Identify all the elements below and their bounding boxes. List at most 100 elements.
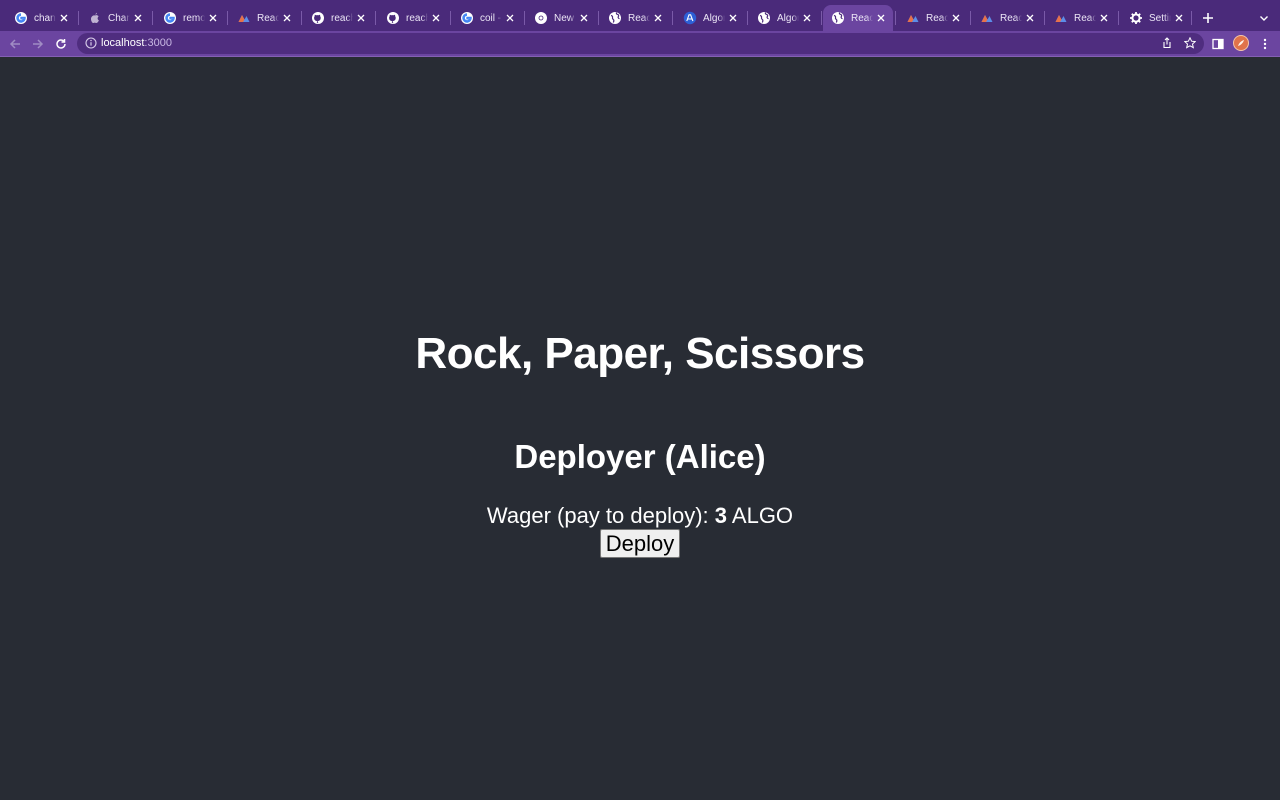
avatar-icon [1238,40,1244,46]
tab-7[interactable]: coil - G [452,5,522,31]
tab-separator [747,11,748,25]
tab-9[interactable]: Reach [600,5,670,31]
info-icon[interactable] [85,37,97,49]
back-button[interactable] [5,34,25,54]
arrow-left-icon [9,39,20,49]
tab-15[interactable]: Reach [1046,5,1116,31]
tab-separator [1191,11,1192,25]
close-icon[interactable] [727,12,739,24]
reach-icon [1054,11,1068,25]
globe-icon [831,11,845,25]
tab-11[interactable]: Algoran [749,5,819,31]
tab-separator [375,11,376,25]
tab-5[interactable]: reach-l [303,5,373,31]
tab-separator [524,11,525,25]
browser-toolbar: localhost:3000 [0,31,1280,56]
google-icon [460,11,474,25]
reload-button[interactable] [51,34,71,54]
share-icon [1163,37,1171,49]
tab-strip: change Change remove Reach reach-l reach-l coi… [0,0,1280,31]
tab-title: Algoran [777,12,799,24]
wager-text: Wager (pay to deploy): 3 ALGO [0,503,1280,529]
google-icon [163,11,177,25]
new-tab-button[interactable] [1198,8,1218,28]
close-icon[interactable] [1024,12,1036,24]
tab-title: reach-l [331,12,353,24]
tab-title: Reach [628,12,650,24]
close-icon[interactable] [355,12,367,24]
wager-amount: 3 [714,503,728,528]
kebab-menu-icon [1263,38,1267,50]
close-icon[interactable] [58,12,70,24]
address-bar[interactable]: localhost:3000 [77,33,1204,54]
reach-icon [980,11,994,25]
url-port: :3000 [144,37,172,49]
tab-title: Reach [1074,12,1096,24]
tab-title: Reach [257,12,279,24]
tab-title: change [34,12,56,24]
tab-6[interactable]: reach-l [378,5,448,31]
tab-2[interactable]: Change [80,5,150,31]
share-button[interactable] [1160,36,1174,50]
close-icon[interactable] [1098,12,1110,24]
tab-separator [598,11,599,25]
page-content: Rock, Paper, Scissors Deployer (Alice) W… [0,57,1280,800]
github-icon [386,11,400,25]
forward-button[interactable] [28,34,48,54]
deploy-container: Deploy [0,529,1280,558]
bookmark-button[interactable] [1183,36,1197,50]
page-title: Rock, Paper, Scissors [415,329,865,378]
tab-3[interactable]: remove [155,5,225,31]
tab-title: remove [183,12,205,24]
tab-separator [78,11,79,25]
close-icon[interactable] [652,12,664,24]
profile-avatar[interactable] [1233,35,1249,51]
google-icon [14,11,28,25]
tab-separator [970,11,971,25]
chevron-down-icon [1260,16,1268,21]
arrow-right-icon [33,39,44,49]
close-icon[interactable] [132,12,144,24]
close-icon[interactable] [950,12,962,24]
tab-separator [450,11,451,25]
algorand-icon [683,11,697,25]
tab-separator [821,11,822,25]
tab-16[interactable]: Setting [1121,5,1191,31]
close-icon[interactable] [430,12,442,24]
tab-12[interactable]: Reach [823,5,893,31]
plus-icon [1203,13,1213,23]
chrome-icon [534,11,548,25]
close-icon[interactable] [504,12,516,24]
close-icon[interactable] [875,12,887,24]
tab-8[interactable]: New Ta [526,5,596,31]
globe-icon [757,11,771,25]
tab-title: coil - G [480,12,502,24]
menu-button[interactable] [1255,34,1275,54]
url-host: localhost [101,37,145,49]
close-icon[interactable] [207,12,219,24]
tab-10[interactable]: Algoran [675,5,745,31]
tab-14[interactable]: Reach [972,5,1042,31]
side-panel-button[interactable] [1208,34,1228,54]
tab-title: New Ta [554,12,576,24]
tab-13[interactable]: Reach [898,5,968,31]
tab-title: Reach [1000,12,1022,24]
url-text: localhost:3000 [101,37,172,50]
close-icon[interactable] [578,12,590,24]
side-panel-icon [1212,38,1224,50]
tab-separator [672,11,673,25]
tab-title: Reach [926,12,948,24]
tab-title: Change [108,12,130,24]
close-icon[interactable] [281,12,293,24]
tab-title: Algoran [703,12,725,24]
close-icon[interactable] [1173,12,1185,24]
tab-1[interactable]: change [6,5,76,31]
deploy-button[interactable]: Deploy [599,529,681,558]
tab-separator [1044,11,1045,25]
tab-title: Setting [1149,12,1171,24]
tab-search-button[interactable] [1255,9,1273,27]
tab-4[interactable]: Reach [229,5,299,31]
close-icon[interactable] [801,12,813,24]
role-heading: Deployer (Alice) [514,438,766,475]
github-icon [311,11,325,25]
